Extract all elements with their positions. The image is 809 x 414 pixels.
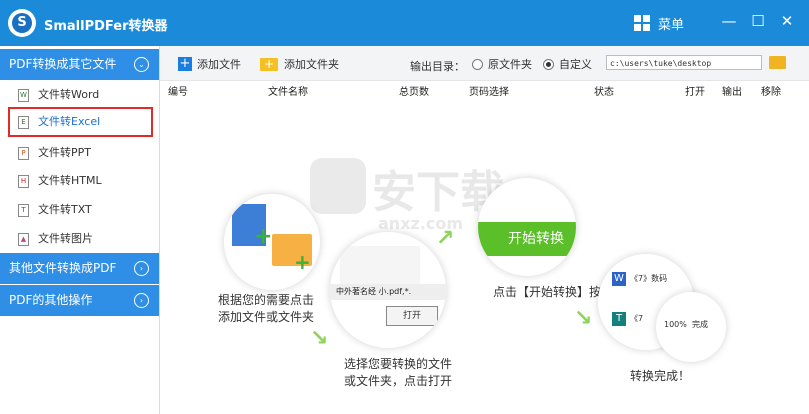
step1-illustration: + +: [224, 194, 320, 290]
word-doc-icon: W: [612, 272, 626, 286]
radio-custom-folder[interactable]: 自定义: [543, 56, 592, 72]
category-other-to-pdf[interactable]: 其他文件转换成PDF ›: [0, 253, 159, 284]
sidebar: PDF转换成其它文件 ⌄ W 文件转Word E 文件转Excel P 文件转P…: [0, 46, 160, 414]
image-file-icon: ▲: [18, 233, 29, 246]
column-header: 页码选择: [469, 87, 509, 98]
menu-button[interactable]: 菜单: [634, 13, 684, 33]
dialog-file-row: 中外著名经 小.pdf,*.: [330, 284, 446, 300]
radio-original-folder[interactable]: 原文件夹: [472, 56, 532, 72]
column-header: 输出: [722, 87, 742, 98]
category-pdf-to-other[interactable]: PDF转换成其它文件 ⌄: [0, 49, 159, 80]
add-file-button[interactable]: + 添加文件: [178, 55, 241, 73]
add-folder-icon: +: [260, 57, 278, 71]
table-header: 编号 文件名称 总页数 页码选择 状态 打开 输出 移除: [160, 80, 809, 98]
column-header: 移除: [761, 87, 781, 98]
watermark-shield-icon: [310, 158, 366, 214]
arrow-icon: ↘: [310, 326, 329, 351]
word-file-icon: W: [18, 89, 29, 102]
close-button[interactable]: ✕: [775, 10, 799, 32]
title-bar: S SmallPDFer转换器 菜单 — ☐ ✕: [0, 0, 809, 46]
browse-folder-icon[interactable]: [769, 56, 786, 69]
plus-icon: +: [178, 56, 192, 71]
sidebar-item-image[interactable]: ▲ 文件转图片: [8, 225, 153, 252]
step1-text: 根据您的需要点击 添加文件或文件夹: [218, 293, 315, 324]
progress-circle: 100% 完成: [656, 292, 726, 362]
maximize-button[interactable]: ☐: [746, 10, 770, 32]
chevron-right-icon: ›: [134, 293, 149, 308]
column-header: 总页数: [399, 87, 429, 98]
sidebar-item-word[interactable]: W 文件转Word: [8, 81, 153, 108]
output-dir-label: 输出目录：: [410, 60, 465, 73]
ppt-file-icon: P: [18, 147, 29, 160]
chevron-right-icon: ›: [134, 261, 149, 276]
txt-doc-icon: T: [612, 312, 626, 326]
step2-text: 选择您要转换的文件 或文件夹，点击打开: [344, 357, 453, 388]
arrow-icon: ↘: [574, 306, 593, 331]
category-pdf-other-ops[interactable]: PDF的其他操作 ›: [0, 285, 159, 316]
column-header: 打开: [685, 87, 705, 98]
sidebar-item-txt[interactable]: T 文件转TXT: [8, 196, 153, 223]
grid-menu-icon: [634, 15, 650, 31]
app-title: SmallPDFer转换器: [44, 19, 168, 34]
output-path-input[interactable]: c:\users\tuke\desktop: [606, 55, 762, 70]
txt-file-icon: T: [18, 204, 29, 217]
start-convert-illustration: 开始转换: [478, 222, 576, 256]
plus-icon: +: [254, 224, 273, 249]
sidebar-item-ppt[interactable]: P 文件转PPT: [8, 139, 153, 166]
html-file-icon: H: [18, 175, 29, 188]
step2-illustration: 中外著名经 小.pdf,*. 打开: [330, 232, 446, 348]
step3-illustration: 开始转换: [478, 178, 576, 276]
plus-icon: +: [294, 250, 311, 274]
minimize-button[interactable]: —: [717, 10, 741, 32]
app-logo: S: [8, 9, 36, 37]
step3-text: 点击【开始转换】按钮: [493, 285, 614, 299]
column-header: 状态: [594, 87, 614, 98]
column-header: 文件名称: [268, 87, 308, 98]
sidebar-item-excel[interactable]: E 文件转Excel: [8, 107, 153, 137]
add-folder-button[interactable]: + 添加文件夹: [260, 55, 339, 73]
column-header: 编号: [168, 87, 188, 98]
file-list-area: 安下载 anxz.com + + 根据您的需要点击 添加文件或文件夹 中外著名经…: [160, 98, 809, 414]
chevron-down-icon: ⌄: [134, 57, 149, 72]
excel-file-icon: E: [18, 116, 29, 129]
progress-text: 100% 完成: [664, 320, 708, 329]
radio-selected-icon: [543, 58, 554, 70]
arrow-icon: ↗: [436, 226, 455, 251]
toolbar: + 添加文件 + 添加文件夹 输出目录： 原文件夹 自定义 c:\users\t…: [160, 46, 809, 81]
menu-label: 菜单: [658, 17, 685, 33]
sidebar-item-html[interactable]: H 文件转HTML: [8, 167, 153, 194]
step4-text: 转换完成！: [630, 369, 691, 383]
open-button: 打开: [386, 306, 438, 326]
radio-icon: [472, 58, 483, 70]
